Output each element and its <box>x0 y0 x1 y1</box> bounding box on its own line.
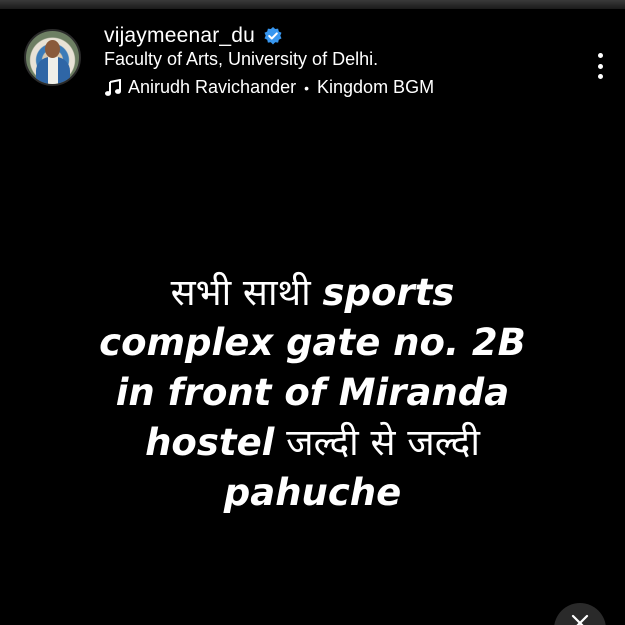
story-line-1: सभी साथी sports <box>40 268 585 318</box>
story-line-4-hindi: जल्दी से जल्दी <box>286 421 480 464</box>
story-screen: vijaymeenar_du Faculty of Arts, Universi… <box>0 0 625 625</box>
avatar[interactable] <box>24 29 81 86</box>
more-dot-icon <box>597 53 603 58</box>
story-line-5-english: pahuche <box>223 471 402 514</box>
story-line-3: in front of Miranda <box>40 368 585 418</box>
more-dot-icon <box>597 63 603 69</box>
story-header: vijaymeenar_du Faculty of Arts, Universi… <box>0 9 625 105</box>
story-line-1-hindi: सभी साथी <box>170 271 311 314</box>
username-row: vijaymeenar_du <box>104 21 283 51</box>
music-track: Kingdom BGM <box>317 77 435 97</box>
status-strip <box>0 0 625 9</box>
story-line-4: hostel जल्दी से जल्दी <box>40 418 585 468</box>
location-label[interactable]: Faculty of Arts, University of Delhi. <box>104 49 378 70</box>
username[interactable]: vijaymeenar_du <box>104 24 255 48</box>
story-text: सभी साथी sports complex gate no. 2B in f… <box>40 268 585 518</box>
avatar-face <box>45 40 60 58</box>
music-artist: Anirudh Ravichander <box>128 77 297 97</box>
story-line-3-english: in front of Miranda <box>115 371 510 414</box>
more-dot-icon <box>597 74 603 79</box>
story-line-1-english: sports <box>322 271 455 314</box>
story-line-2: complex gate no. 2B <box>40 318 585 368</box>
close-button[interactable] <box>554 603 606 625</box>
close-icon <box>571 614 589 625</box>
story-line-5: pahuche <box>40 468 585 518</box>
avatar-shirt <box>36 57 70 84</box>
music-separator: • <box>304 79 310 96</box>
story-line-4-english: hostel <box>145 421 275 464</box>
story-line-2-english: complex gate no. 2B <box>99 321 526 364</box>
verified-badge-icon <box>263 26 283 46</box>
music-note-icon <box>104 78 122 97</box>
more-options-button[interactable] <box>588 49 612 83</box>
music-row[interactable]: Anirudh Ravichander • Kingdom BGM <box>104 77 434 98</box>
